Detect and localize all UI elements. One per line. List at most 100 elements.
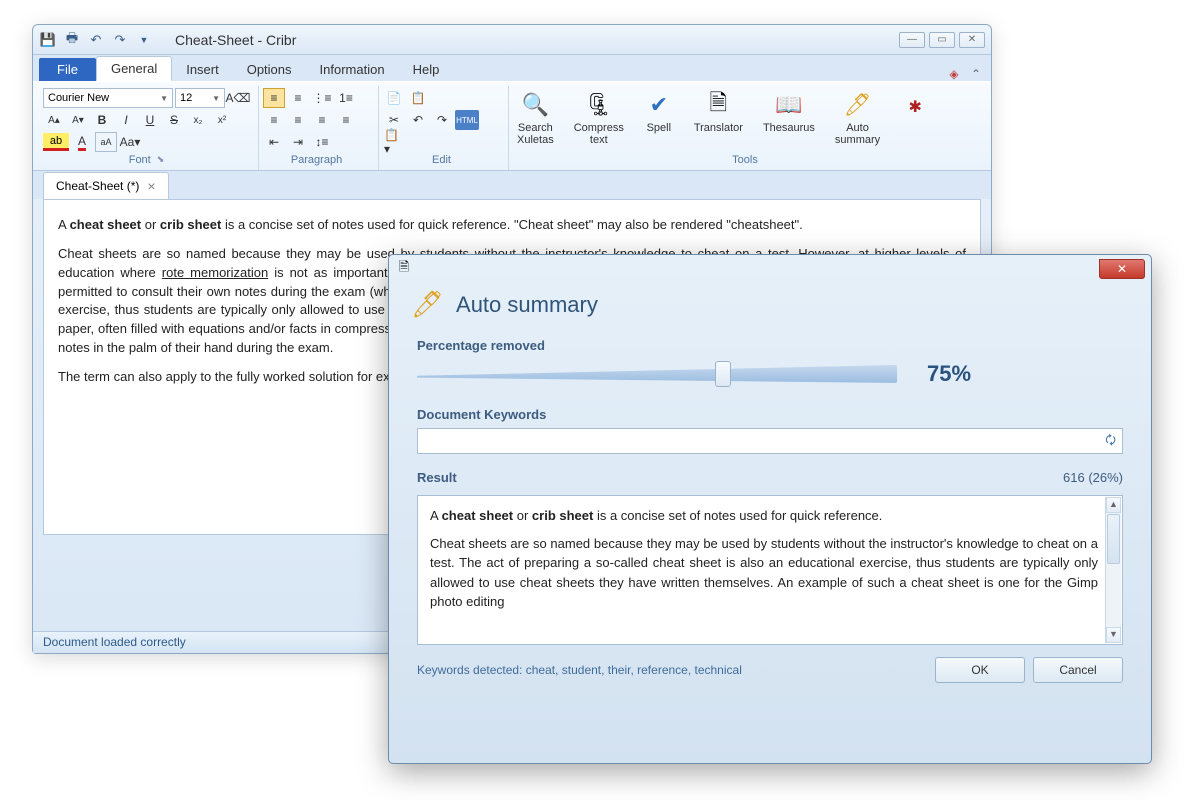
compress-icon: 🗜 [584,90,614,120]
increase-indent-icon[interactable]: ⇥ [287,132,309,152]
maximize-button[interactable]: ▭ [929,32,955,48]
grow-font-icon[interactable]: A▴ [43,110,65,130]
slider-track [417,365,897,383]
font-group-label: Font [129,154,151,166]
tab-insert[interactable]: Insert [172,58,233,81]
titlebar: 💾 🖶 ↶ ↷ ▼ Cheat-Sheet - Cribr ― ▭ ✕ [33,25,991,55]
slider-thumb[interactable] [715,361,731,387]
decrease-indent-icon[interactable]: ⇤ [263,132,285,152]
font-family-combo[interactable]: Courier New▼ [43,88,173,108]
subscript-button[interactable]: x₂ [187,110,209,130]
align-center-icon[interactable]: ≡ [287,88,309,108]
thesaurus-button[interactable]: 📖Thesaurus [759,88,819,136]
minimize-button[interactable]: ― [899,32,925,48]
paste-icon[interactable]: 📋 [407,88,429,108]
align-left-icon[interactable]: ≡ [263,88,285,108]
print-icon[interactable]: 🖶 [63,31,81,49]
document-tabs: Cheat-Sheet (*) × [33,171,991,199]
translator-button[interactable]: 🗎Translator [690,88,747,136]
clear-format-icon[interactable]: A⌫ [227,88,249,108]
align-left2-icon[interactable]: ≡ [263,110,285,130]
save-icon[interactable]: 💾 [39,31,57,49]
window-controls: ― ▭ ✕ [899,32,985,48]
result-count: 616 (26%) [1063,470,1123,485]
text-effects-button[interactable]: Aa▾ [119,132,141,152]
spell-button[interactable]: ✔Spell [640,88,678,136]
style-icon[interactable]: ◈ [945,67,963,81]
close-tab-icon[interactable]: × [147,178,155,194]
dialog-header: 🖊 Auto summary [389,283,1151,332]
doc-tab[interactable]: Cheat-Sheet (*) × [43,172,169,199]
highlight-button[interactable]: ab [43,133,69,151]
redo2-icon[interactable]: ↷ [431,110,453,130]
superscript-button[interactable]: x² [211,110,233,130]
marker-icon: 🖊 [411,289,444,320]
bug-icon: ✱ [900,92,930,122]
undo-icon[interactable]: ↶ [87,31,105,49]
align-right-icon[interactable]: ≡ [311,110,333,130]
tab-information[interactable]: Information [306,58,399,81]
align-center2-icon[interactable]: ≡ [287,110,309,130]
percentage-slider[interactable] [417,359,897,389]
menu-tabs: File General Insert Options Information … [33,55,991,81]
tab-general[interactable]: General [96,56,172,81]
translator-icon: 🗎 [703,90,733,120]
shrink-font-icon[interactable]: A▾ [67,110,89,130]
font-size-combo[interactable]: 12▼ [175,88,225,108]
qat-dropdown[interactable]: ▼ [135,31,153,49]
keywords-input[interactable]: 🗘 [417,428,1123,454]
window-title: Cheat-Sheet - Cribr [175,32,296,48]
italic-button[interactable]: I [115,110,137,130]
edit-group-label: Edit [383,152,500,168]
result-paragraph: A cheat sheet or crib sheet is a concise… [430,506,1098,526]
search-xuletas-button[interactable]: 🔍Search Xuletas [513,88,558,148]
change-case-button[interactable]: aA [95,132,117,152]
scroll-down-icon[interactable]: ▼ [1106,627,1121,643]
auto-summary-button[interactable]: 🖊Auto summary [831,88,884,148]
dialog-close-button[interactable]: ✕ [1099,259,1145,279]
cancel-button[interactable]: Cancel [1033,657,1123,683]
bug-button[interactable]: ✱ [896,88,934,124]
bullets-icon[interactable]: ⋮≡ [311,88,333,108]
tab-options[interactable]: Options [233,58,306,81]
tools-group-label: Tools [513,152,977,168]
result-paragraph: Cheat sheets are so named because they m… [430,534,1098,612]
cut-icon[interactable]: ✂ [383,110,405,130]
ok-button[interactable]: OK [935,657,1025,683]
clipboard2-icon[interactable]: 📋▾ [383,132,405,152]
numbering-icon[interactable]: 1≡ [335,88,357,108]
dialog-titlebar[interactable]: 🗎 ✕ [389,255,1151,283]
line-spacing-icon[interactable]: ↕≡ [311,132,333,152]
file-tab[interactable]: File [39,58,96,81]
scroll-up-icon[interactable]: ▲ [1106,497,1121,513]
refresh-icon[interactable]: 🗘 [1105,431,1116,452]
undo2-icon[interactable]: ↶ [407,110,429,130]
compress-text-button[interactable]: 🗜Compress text [570,88,628,148]
ribbon-group-paragraph: ≡ ≡ ⋮≡ 1≡ ≡ ≡ ≡ ≡ ⇤ ⇥ ↕≡ [259,86,379,170]
scrollbar[interactable]: ▲ ▼ [1105,497,1121,643]
spell-icon: ✔ [644,90,674,120]
collapse-ribbon-icon[interactable]: ⌃ [967,67,985,81]
strike-button[interactable]: S [163,110,185,130]
ribbon-group-tools: 🔍Search Xuletas 🗜Compress text ✔Spell 🗎T… [509,86,985,170]
keywords-detected: Keywords detected: cheat, student, their… [417,663,742,677]
paragraph-group-label: Paragraph [263,152,370,168]
ribbon-group-font: Courier New▼ 12▼ A⌫ A▴ A▾ B I U S x₂ x² [39,86,259,170]
result-label: Result [417,470,457,485]
ribbon-group-edit: 📄 📋 ✂ ↶ ↷ HTML 📋▾ Edit [379,86,509,170]
font-launcher-icon[interactable]: ⬊ [157,154,165,166]
tab-help[interactable]: Help [399,58,454,81]
scroll-thumb[interactable] [1107,514,1120,564]
result-box[interactable]: A cheat sheet or crib sheet is a concise… [417,495,1123,645]
ribbon: Courier New▼ 12▼ A⌫ A▴ A▾ B I U S x₂ x² [33,81,991,171]
redo-icon[interactable]: ↷ [111,31,129,49]
copy-icon[interactable]: 📄 [383,88,405,108]
bold-button[interactable]: B [91,110,113,130]
justify-icon[interactable]: ≡ [335,110,357,130]
html-button[interactable]: HTML [455,110,479,130]
underline-button[interactable]: U [139,110,161,130]
doc-paragraph: A cheat sheet or crib sheet is a concise… [58,216,966,235]
quick-access-toolbar: 💾 🖶 ↶ ↷ ▼ [39,31,163,49]
font-color-button[interactable]: A [71,132,93,152]
close-button[interactable]: ✕ [959,32,985,48]
